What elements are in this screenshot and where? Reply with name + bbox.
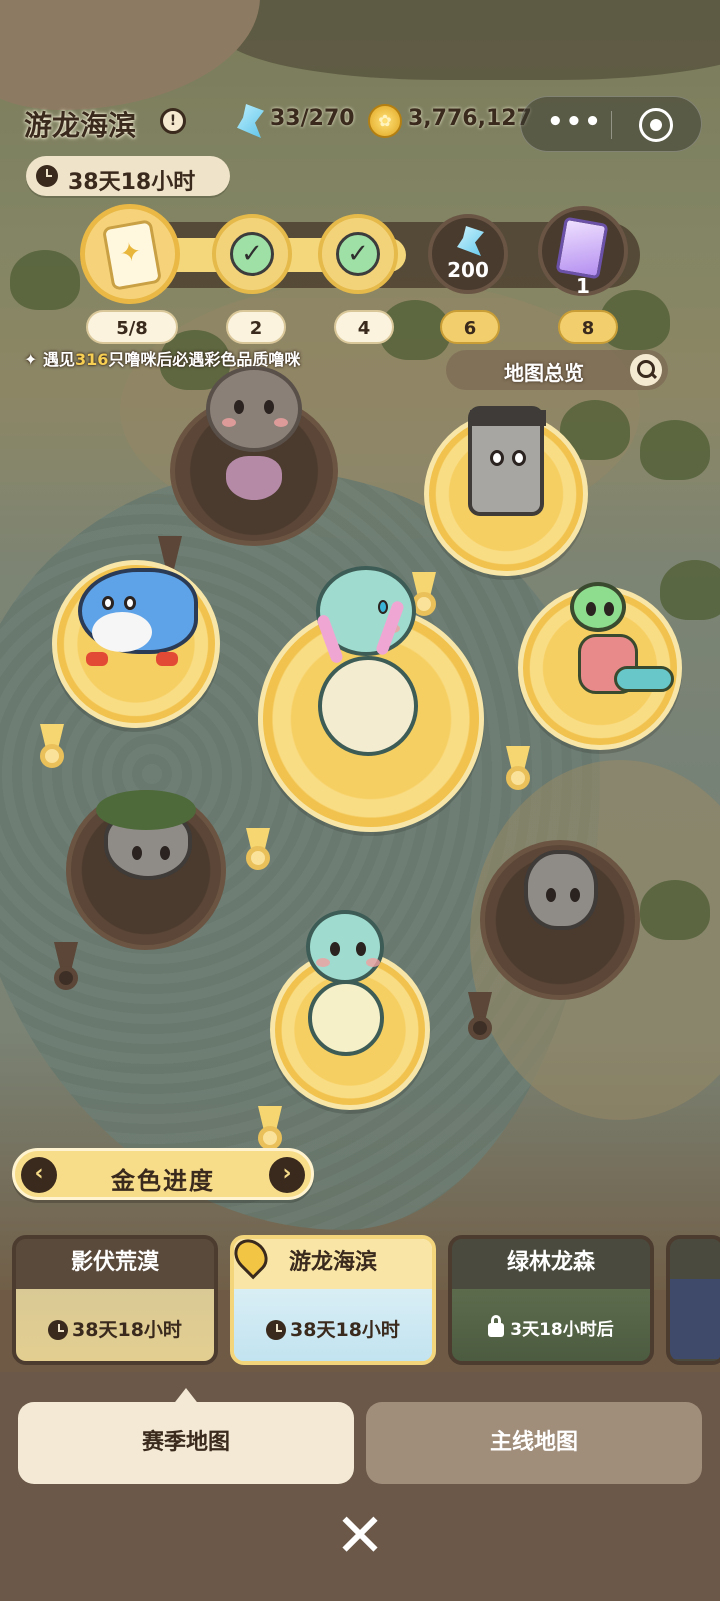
more-menu-icon[interactable]: •••	[547, 107, 603, 137]
shark-creature-icon	[78, 568, 198, 654]
gem-count: 33/270	[270, 106, 355, 131]
tab-season-map[interactable]: 赛季地图	[18, 1402, 354, 1484]
step-label: 4	[334, 310, 394, 344]
gem-icon	[457, 226, 484, 256]
season-map-cards: 影伏荒漠 38天18小时 游龙海滨 38天18小时 绿林龙森 3天18小时后	[0, 1235, 720, 1375]
step-label: 2	[226, 310, 286, 344]
chevron-right-icon[interactable]: ›	[269, 1157, 305, 1193]
card-icon	[101, 219, 163, 291]
clock-icon	[36, 165, 58, 187]
close-target-icon[interactable]	[639, 108, 673, 142]
map-overview-button[interactable]: 地图总览	[446, 350, 668, 390]
coin-count: 3,776,127	[408, 106, 532, 131]
mini-program-capsule: •••	[520, 96, 702, 152]
grass-rabbit-icon	[524, 850, 598, 930]
purple-card-icon	[555, 216, 609, 280]
step-label: 8	[558, 310, 618, 344]
map-title: 游龙海滨	[24, 109, 137, 142]
progress-node-current[interactable]	[80, 204, 180, 304]
step-label: 6	[440, 310, 500, 344]
search-icon	[630, 354, 662, 386]
step-label-current: 5/8	[86, 310, 178, 344]
progress-node-2[interactable]: ✓	[212, 214, 292, 294]
baby-dragon-icon	[306, 910, 384, 984]
progress-node-4[interactable]: ✓	[318, 214, 398, 294]
coin-icon: ✿	[368, 104, 402, 138]
progress-node-8[interactable]: 1	[538, 206, 628, 298]
check-icon: ✓	[336, 232, 380, 276]
tab-main-map[interactable]: 主线地图	[366, 1402, 702, 1484]
map-card-next[interactable]	[666, 1235, 720, 1365]
trashcan-creature-icon	[468, 406, 546, 516]
clock-icon	[48, 1320, 69, 1340]
info-icon[interactable]: !	[160, 108, 186, 134]
progress-node-6[interactable]: 200	[428, 214, 508, 294]
map-card-forest[interactable]: 绿林龙森 3天18小时后	[448, 1235, 654, 1365]
map-card-desert[interactable]: 影伏荒漠 38天18小时	[12, 1235, 218, 1365]
season-timer: 38天18小时	[26, 156, 230, 196]
close-icon[interactable]: ✕	[332, 1506, 388, 1566]
check-icon: ✓	[230, 232, 274, 276]
grasshopper-creature-icon	[570, 582, 626, 632]
clock-icon	[266, 1320, 287, 1340]
cup-creature-icon	[206, 366, 302, 452]
bottom-panel: 赛季地图 主线地图 ✕	[0, 1372, 720, 1601]
sparkle-icon: ✦	[24, 350, 43, 369]
golden-progress-bar[interactable]: ‹ 金色进度 ›	[12, 1148, 314, 1200]
lock-icon	[488, 1315, 505, 1337]
